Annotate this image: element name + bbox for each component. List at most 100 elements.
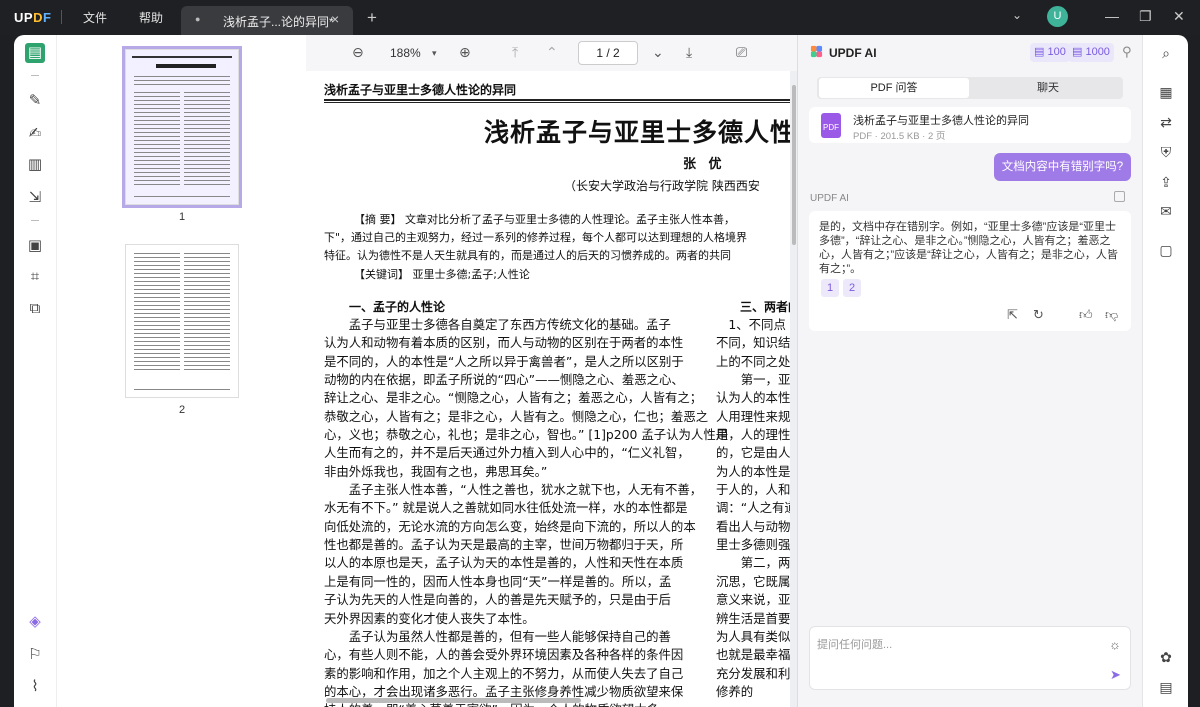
- zoom-dropdown-icon[interactable]: ▾: [432, 48, 437, 59]
- body-line: 上是有同一性的，因而人性本身也同“天”一样是善的。所以，孟: [324, 573, 672, 589]
- document-tab[interactable]: ● 浅析孟子...论的异同* ×: [181, 6, 353, 35]
- user-message: 文档内容中有错别字吗?: [994, 153, 1131, 181]
- minimize-icon[interactable]: —: [1105, 8, 1119, 24]
- ai-panel: UPDF AI ▤ 100 ▤ 1000 ⚲ PDF 问答 聊天 PDF 浅析孟…: [797, 35, 1142, 707]
- share-icon[interactable]: ⇪: [1156, 172, 1176, 192]
- body-line: 性也都是善的。孟子认为天是最高的主宰，世间万物都归于天，所: [324, 537, 684, 553]
- thumbs-down-icon[interactable]: 👎︎: [1105, 307, 1118, 323]
- pin-icon[interactable]: ⚲: [1122, 44, 1132, 60]
- thumbs-up-icon[interactable]: 👍︎: [1079, 307, 1093, 323]
- thumbnail-2-preview: [134, 253, 230, 390]
- restore-icon[interactable]: ❐: [1139, 8, 1152, 25]
- edit-pdf-icon[interactable]: ✍: [25, 124, 45, 144]
- pdf-file-icon: PDF: [821, 113, 841, 138]
- zoom-out-icon[interactable]: ⊖: [352, 44, 364, 61]
- user-avatar[interactable]: U: [1047, 6, 1068, 27]
- batch-icon[interactable]: ⧉: [25, 299, 45, 319]
- chevron-down-icon[interactable]: ⌄: [1012, 8, 1022, 22]
- zoom-level[interactable]: 188%: [390, 46, 421, 60]
- body-line-right: 里士多德则强: [716, 537, 790, 553]
- presentation-icon[interactable]: ⎚: [736, 44, 747, 61]
- body-line-right: 1、不同点: [716, 317, 786, 332]
- abstract-line-2: 下"，通过自己的主观努力，经过一系列的修养过程，每个人都可以达到理想的人格境界: [324, 231, 748, 244]
- prompt-tips-icon[interactable]: ☼: [1109, 637, 1121, 652]
- attachment-icon[interactable]: ⌇: [25, 677, 45, 697]
- comment-icon[interactable]: ✎: [25, 91, 45, 111]
- credit-badge-2[interactable]: ▤ 1000: [1068, 43, 1114, 62]
- tab-chat[interactable]: 聊天: [973, 78, 1123, 98]
- body-line: 辞让之心、是非之心。“恻隐之心，人皆有之；羞恶之心，人皆有之；: [324, 390, 703, 406]
- ai-answer-card: 是的，文档中存在错别字。例如，“亚里士多德”应该是“亚里士多德”，“辞让之心、是…: [809, 211, 1131, 331]
- article-title: 浅析孟子与亚里士多德人性: [484, 118, 790, 147]
- ocr-icon[interactable]: ▣: [25, 236, 45, 256]
- body-line: 动物的内在依据，即孟子所说的“四心”——恻隐之心、羞恶之心、: [324, 372, 684, 388]
- prev-page-icon[interactable]: ⌃: [546, 44, 558, 61]
- comments-list-icon[interactable]: ▤: [1156, 677, 1176, 697]
- zoom-in-icon[interactable]: ⊕: [459, 44, 471, 61]
- body-line-right: 于人的，人和: [716, 482, 790, 498]
- organize-pages-icon[interactable]: ▥: [25, 155, 45, 175]
- first-page-icon[interactable]: ⤒: [512, 44, 518, 61]
- section-heading-1: 一、孟子的人性论: [349, 300, 446, 314]
- body-line-right: 认为人的本性: [716, 390, 790, 406]
- menu-help[interactable]: 帮助: [139, 9, 163, 26]
- send-icon[interactable]: ➤: [1110, 667, 1121, 683]
- close-window-icon[interactable]: ✕: [1173, 8, 1185, 25]
- question-input[interactable]: 提问任何问题... ☼ ➤: [809, 626, 1131, 690]
- email-icon[interactable]: ✉: [1156, 201, 1176, 221]
- reference-2[interactable]: 2: [843, 279, 861, 297]
- toolbar-divider: [31, 220, 39, 221]
- ai-assistant-icon[interactable]: ✿: [1156, 647, 1176, 667]
- page-thumbnail-2[interactable]: [125, 244, 239, 398]
- tab-pdf-qa[interactable]: PDF 问答: [819, 78, 969, 98]
- title-bar: UPDF 文件 帮助 ● 浅析孟子...论的异同* × + ⌄ U — ❐ ✕: [0, 0, 1200, 35]
- next-page-icon[interactable]: ⌄: [652, 44, 664, 61]
- new-tab-icon[interactable]: +: [367, 8, 377, 28]
- regenerate-icon[interactable]: ↻: [1033, 307, 1044, 323]
- article-affiliation: （长安大学政治与行政学院 陕西西安: [564, 179, 760, 193]
- export-icon[interactable]: ⇱: [1007, 307, 1018, 323]
- reference-1[interactable]: 1: [821, 279, 839, 297]
- body-line-right: 沉思，它既属: [716, 573, 790, 589]
- ocr-tool-icon[interactable]: ▦: [1156, 82, 1176, 102]
- crop-icon[interactable]: ⌗: [25, 267, 45, 287]
- abstract-line-1: 【摘 要】 文章对比分析了孟子与亚里士多德的人性理论。孟子主张人性本善，: [354, 213, 735, 226]
- ai-answer-text: 是的，文档中存在错别字。例如，“亚里士多德”应该是“亚里士多德”，“辞让之心、是…: [819, 221, 1118, 275]
- body-line: 人生而有之的，并不是后天通过外力植入到人心中的，“仁义礼智，: [324, 445, 690, 461]
- credit-count-1: 100: [1047, 46, 1066, 58]
- view-toolbar: ⊖ 188% ▾ ⊕ ⤒ ⌃ 1 / 2 ⌄ ⤓ ⎚: [306, 35, 797, 71]
- layers-icon[interactable]: ◈: [25, 612, 45, 632]
- ai-logo-icon: [810, 45, 823, 58]
- body-line-right: 第二，两: [716, 555, 790, 571]
- convert-tool-icon[interactable]: ⇄: [1156, 112, 1176, 132]
- pdf-page: 浅析孟子与亚里士多德人性论的异同 浅析孟子与亚里士多德人性 张 优 （长安大学政…: [306, 71, 790, 707]
- page-thumbnail-1[interactable]: [122, 46, 242, 208]
- search-icon[interactable]: ⌕: [1156, 43, 1176, 63]
- header-rule: [324, 99, 790, 101]
- body-line-right: 修养的: [716, 683, 754, 699]
- body-line-right: 不同，知识结: [716, 335, 790, 351]
- ai-panel-title: UPDF AI: [829, 46, 877, 60]
- body-line: 认为人和动物有着本质的区别，而人与动物的区别在于两者的本性: [324, 335, 684, 351]
- tab-modified-dot: ●: [195, 14, 201, 24]
- thumbnail-1-number: 1: [179, 211, 186, 223]
- protect-icon[interactable]: ⛨: [1156, 142, 1176, 162]
- horizontal-scrollbar[interactable]: [326, 698, 581, 703]
- convert-icon[interactable]: ⇲: [25, 188, 45, 208]
- menu-file[interactable]: 文件: [83, 9, 107, 26]
- last-page-icon[interactable]: ⤓: [686, 44, 692, 61]
- tab-close-icon[interactable]: ×: [331, 11, 339, 27]
- vertical-scrollbar[interactable]: [792, 85, 796, 245]
- reader-mode-icon[interactable]: ▤: [25, 43, 45, 63]
- abstract-line-3: 特征。认为德性不是人天生就具有的，而是通过人的后天的习惯养成的。两者的共同: [324, 249, 731, 262]
- save-icon[interactable]: ▢: [1156, 240, 1176, 260]
- body-line-right: 为人的本性是: [716, 463, 790, 479]
- page-number-input[interactable]: 1 / 2: [578, 41, 638, 65]
- document-area: ⊖ 188% ▾ ⊕ ⤒ ⌃ 1 / 2 ⌄ ⤓ ⎚ 浅析孟子与亚里士多德人性论…: [306, 35, 797, 707]
- copy-icon[interactable]: [1114, 191, 1125, 202]
- body-line: 孟子认为虽然人性都是善的，但有一些人能够保持自己的善: [324, 628, 671, 644]
- credit-badge-1[interactable]: ▤ 100: [1030, 43, 1070, 62]
- bookmark-icon[interactable]: ⚐: [25, 645, 45, 665]
- thumbnail-1-preview: [132, 56, 232, 197]
- file-card[interactable]: PDF 浅析孟子与亚里士多德人性论的异同 PDF · 201.5 KB · 2 …: [809, 107, 1131, 143]
